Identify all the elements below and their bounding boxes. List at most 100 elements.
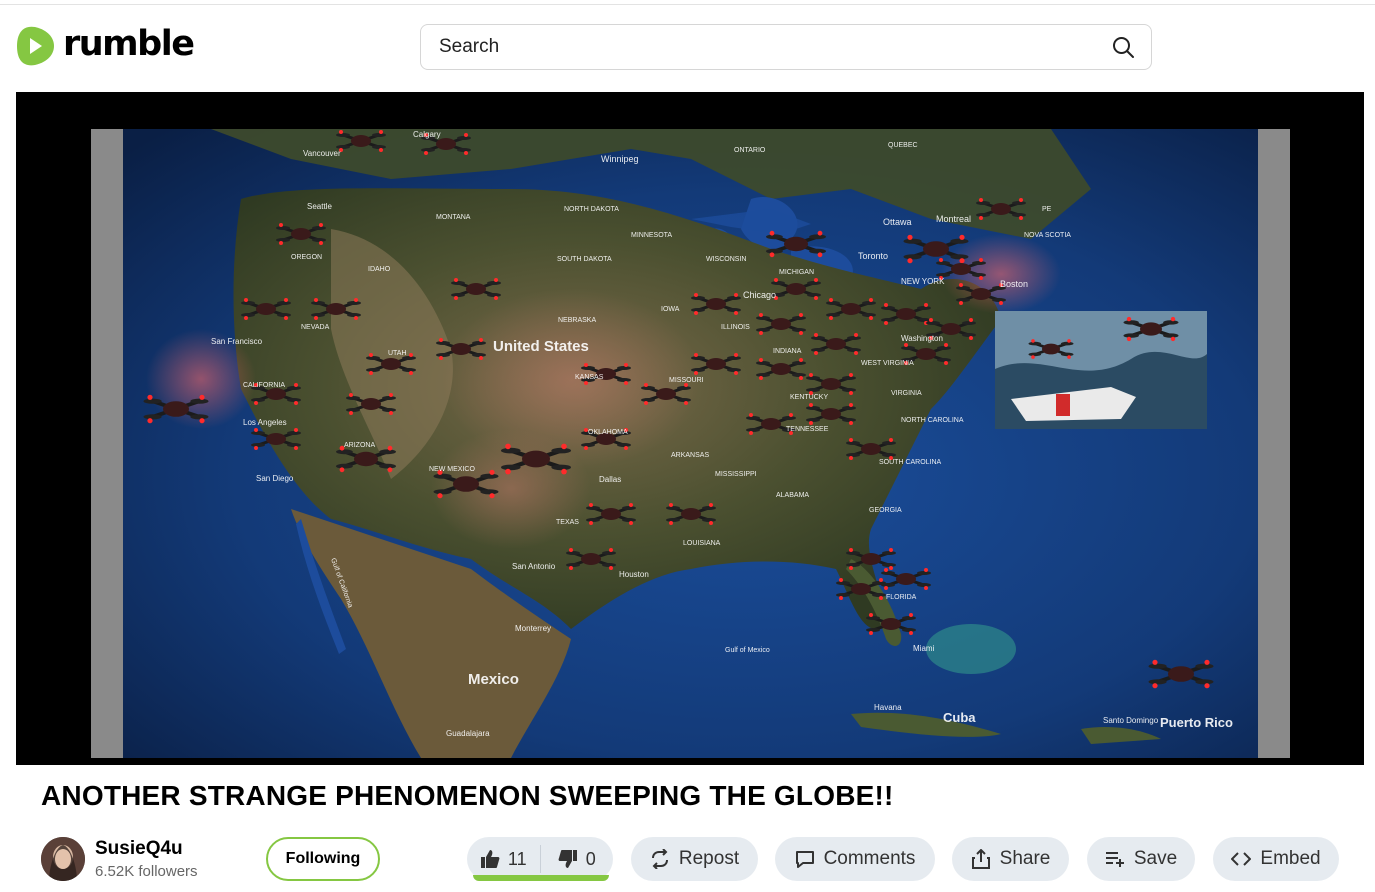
video-frame: United States Mexico Cuba Puerto Rico Bo… [91, 129, 1290, 758]
share-button[interactable]: Share [952, 837, 1069, 881]
svg-text:Miami: Miami [913, 644, 935, 653]
following-button[interactable]: Following [266, 837, 380, 881]
svg-text:Washington: Washington [901, 334, 943, 343]
svg-text:Puerto Rico: Puerto Rico [1160, 715, 1233, 730]
svg-text:Houston: Houston [619, 570, 649, 579]
repost-label: Repost [678, 848, 740, 869]
search-icon[interactable] [1111, 35, 1135, 59]
svg-text:MONTANA: MONTANA [436, 214, 471, 221]
svg-text:Los Angeles: Los Angeles [243, 418, 287, 427]
svg-text:IOWA: IOWA [661, 306, 680, 313]
svg-text:Havana: Havana [874, 703, 902, 712]
svg-text:NOVA SCOTIA: NOVA SCOTIA [1024, 232, 1071, 239]
inset-image [995, 311, 1207, 429]
svg-text:ALABAMA: ALABAMA [776, 492, 809, 499]
svg-text:PE: PE [1042, 206, 1052, 213]
svg-text:KENTUCKY: KENTUCKY [790, 394, 828, 401]
svg-text:ONTARIO: ONTARIO [734, 147, 766, 154]
vote-ratio-bar [473, 875, 609, 881]
svg-text:Winnipeg: Winnipeg [601, 154, 639, 164]
svg-text:Toronto: Toronto [858, 251, 888, 261]
svg-text:Vancouver: Vancouver [303, 149, 341, 158]
repost-icon [651, 849, 668, 869]
svg-text:KANSAS: KANSAS [575, 374, 604, 381]
search-box[interactable] [420, 24, 1152, 70]
channel-followers: 6.52K followers [95, 863, 198, 880]
svg-text:Chicago: Chicago [743, 290, 776, 300]
svg-text:NEW YORK: NEW YORK [901, 277, 945, 286]
svg-text:NEBRASKA: NEBRASKA [558, 317, 596, 324]
svg-text:VIRGINIA: VIRGINIA [891, 390, 922, 397]
svg-text:Gulf of Mexico: Gulf of Mexico [725, 647, 770, 654]
thumbs-down-icon [558, 850, 577, 868]
svg-text:United States: United States [493, 338, 589, 355]
comments-button[interactable]: Comments [775, 837, 935, 881]
svg-text:MICHIGAN: MICHIGAN [779, 269, 814, 276]
rumble-logo-icon [17, 26, 54, 66]
comment-icon [795, 851, 814, 868]
save-button[interactable]: Save [1087, 837, 1195, 881]
svg-text:San Francisco: San Francisco [211, 337, 263, 346]
svg-text:Dallas: Dallas [599, 475, 621, 484]
embed-label: Embed [1260, 848, 1321, 869]
video-title-row: ANOTHER STRANGE PHENOMENON SWEEPING THE … [41, 780, 894, 812]
downvote-count: 0 [585, 848, 596, 869]
svg-text:CALIFORNIA: CALIFORNIA [243, 382, 285, 389]
channel-name[interactable]: SusieQ4u [95, 838, 183, 860]
video-actions-bar: SusieQ4u 6.52K followers Following 11 0 … [0, 832, 1375, 892]
thumbs-up-icon [480, 850, 500, 868]
svg-text:FLORIDA: FLORIDA [886, 594, 917, 601]
repost-button[interactable]: Repost [631, 837, 758, 881]
svg-text:IDAHO: IDAHO [368, 266, 391, 273]
svg-text:Monterrey: Monterrey [515, 624, 551, 633]
svg-text:SOUTH DAKOTA: SOUTH DAKOTA [557, 256, 612, 263]
svg-text:San Diego: San Diego [256, 474, 294, 483]
svg-text:NORTH CAROLINA: NORTH CAROLINA [901, 417, 964, 424]
svg-text:QUEBEC: QUEBEC [888, 142, 918, 149]
svg-text:MISSOURI: MISSOURI [669, 377, 704, 384]
svg-text:TEXAS: TEXAS [556, 519, 579, 526]
svg-text:GEORGIA: GEORGIA [869, 507, 902, 514]
avatar-image [41, 837, 85, 881]
svg-text:OKLAHOMA: OKLAHOMA [588, 429, 628, 436]
comments-label: Comments [823, 848, 916, 869]
embed-button[interactable]: Embed [1213, 837, 1339, 881]
svg-text:ARKANSAS: ARKANSAS [671, 452, 709, 459]
svg-text:NEVADA: NEVADA [301, 324, 330, 331]
svg-text:Cuba: Cuba [943, 710, 976, 725]
svg-text:Guadalajara: Guadalajara [446, 729, 490, 738]
share-icon [971, 849, 990, 869]
svg-text:MINNESOTA: MINNESOTA [631, 232, 672, 239]
svg-text:San Antonio: San Antonio [512, 562, 556, 571]
share-label: Share [999, 848, 1051, 869]
svg-text:Calgary: Calgary [413, 130, 441, 139]
video-player[interactable]: United States Mexico Cuba Puerto Rico Bo… [16, 92, 1364, 765]
svg-text:Ottawa: Ottawa [883, 217, 912, 227]
svg-text:Montreal: Montreal [936, 214, 971, 224]
search-input[interactable] [439, 36, 1111, 58]
video-title: ANOTHER STRANGE PHENOMENON SWEEPING THE … [41, 780, 894, 811]
svg-text:Santo Domingo: Santo Domingo [1103, 716, 1159, 725]
svg-text:ARIZONA: ARIZONA [344, 442, 375, 449]
save-label: Save [1133, 848, 1178, 869]
channel-avatar[interactable] [41, 837, 85, 881]
svg-text:UTAH: UTAH [388, 350, 407, 357]
svg-text:TENNESSEE: TENNESSEE [786, 426, 829, 433]
svg-text:NORTH DAKOTA: NORTH DAKOTA [564, 206, 619, 213]
svg-text:OREGON: OREGON [291, 254, 322, 261]
svg-text:LOUISIANA: LOUISIANA [683, 540, 721, 547]
svg-text:WISCONSIN: WISCONSIN [706, 256, 746, 263]
upvote-count: 11 [507, 848, 527, 869]
svg-text:MISSISSIPPI: MISSISSIPPI [715, 471, 757, 478]
add-to-playlist-icon [1105, 852, 1124, 867]
video-still-map: United States Mexico Cuba Puerto Rico Bo… [91, 129, 1290, 758]
svg-text:INDIANA: INDIANA [773, 348, 802, 355]
code-icon [1231, 852, 1252, 866]
svg-text:Seattle: Seattle [307, 202, 332, 211]
svg-text:WEST VIRGINIA: WEST VIRGINIA [861, 360, 914, 367]
rumble-logo[interactable]: rumble [15, 25, 195, 67]
svg-text:ILLINOIS: ILLINOIS [721, 324, 750, 331]
site-header: rumble [0, 5, 1375, 91]
svg-text:Mexico: Mexico [468, 671, 519, 688]
svg-text:Boston: Boston [1000, 279, 1028, 289]
